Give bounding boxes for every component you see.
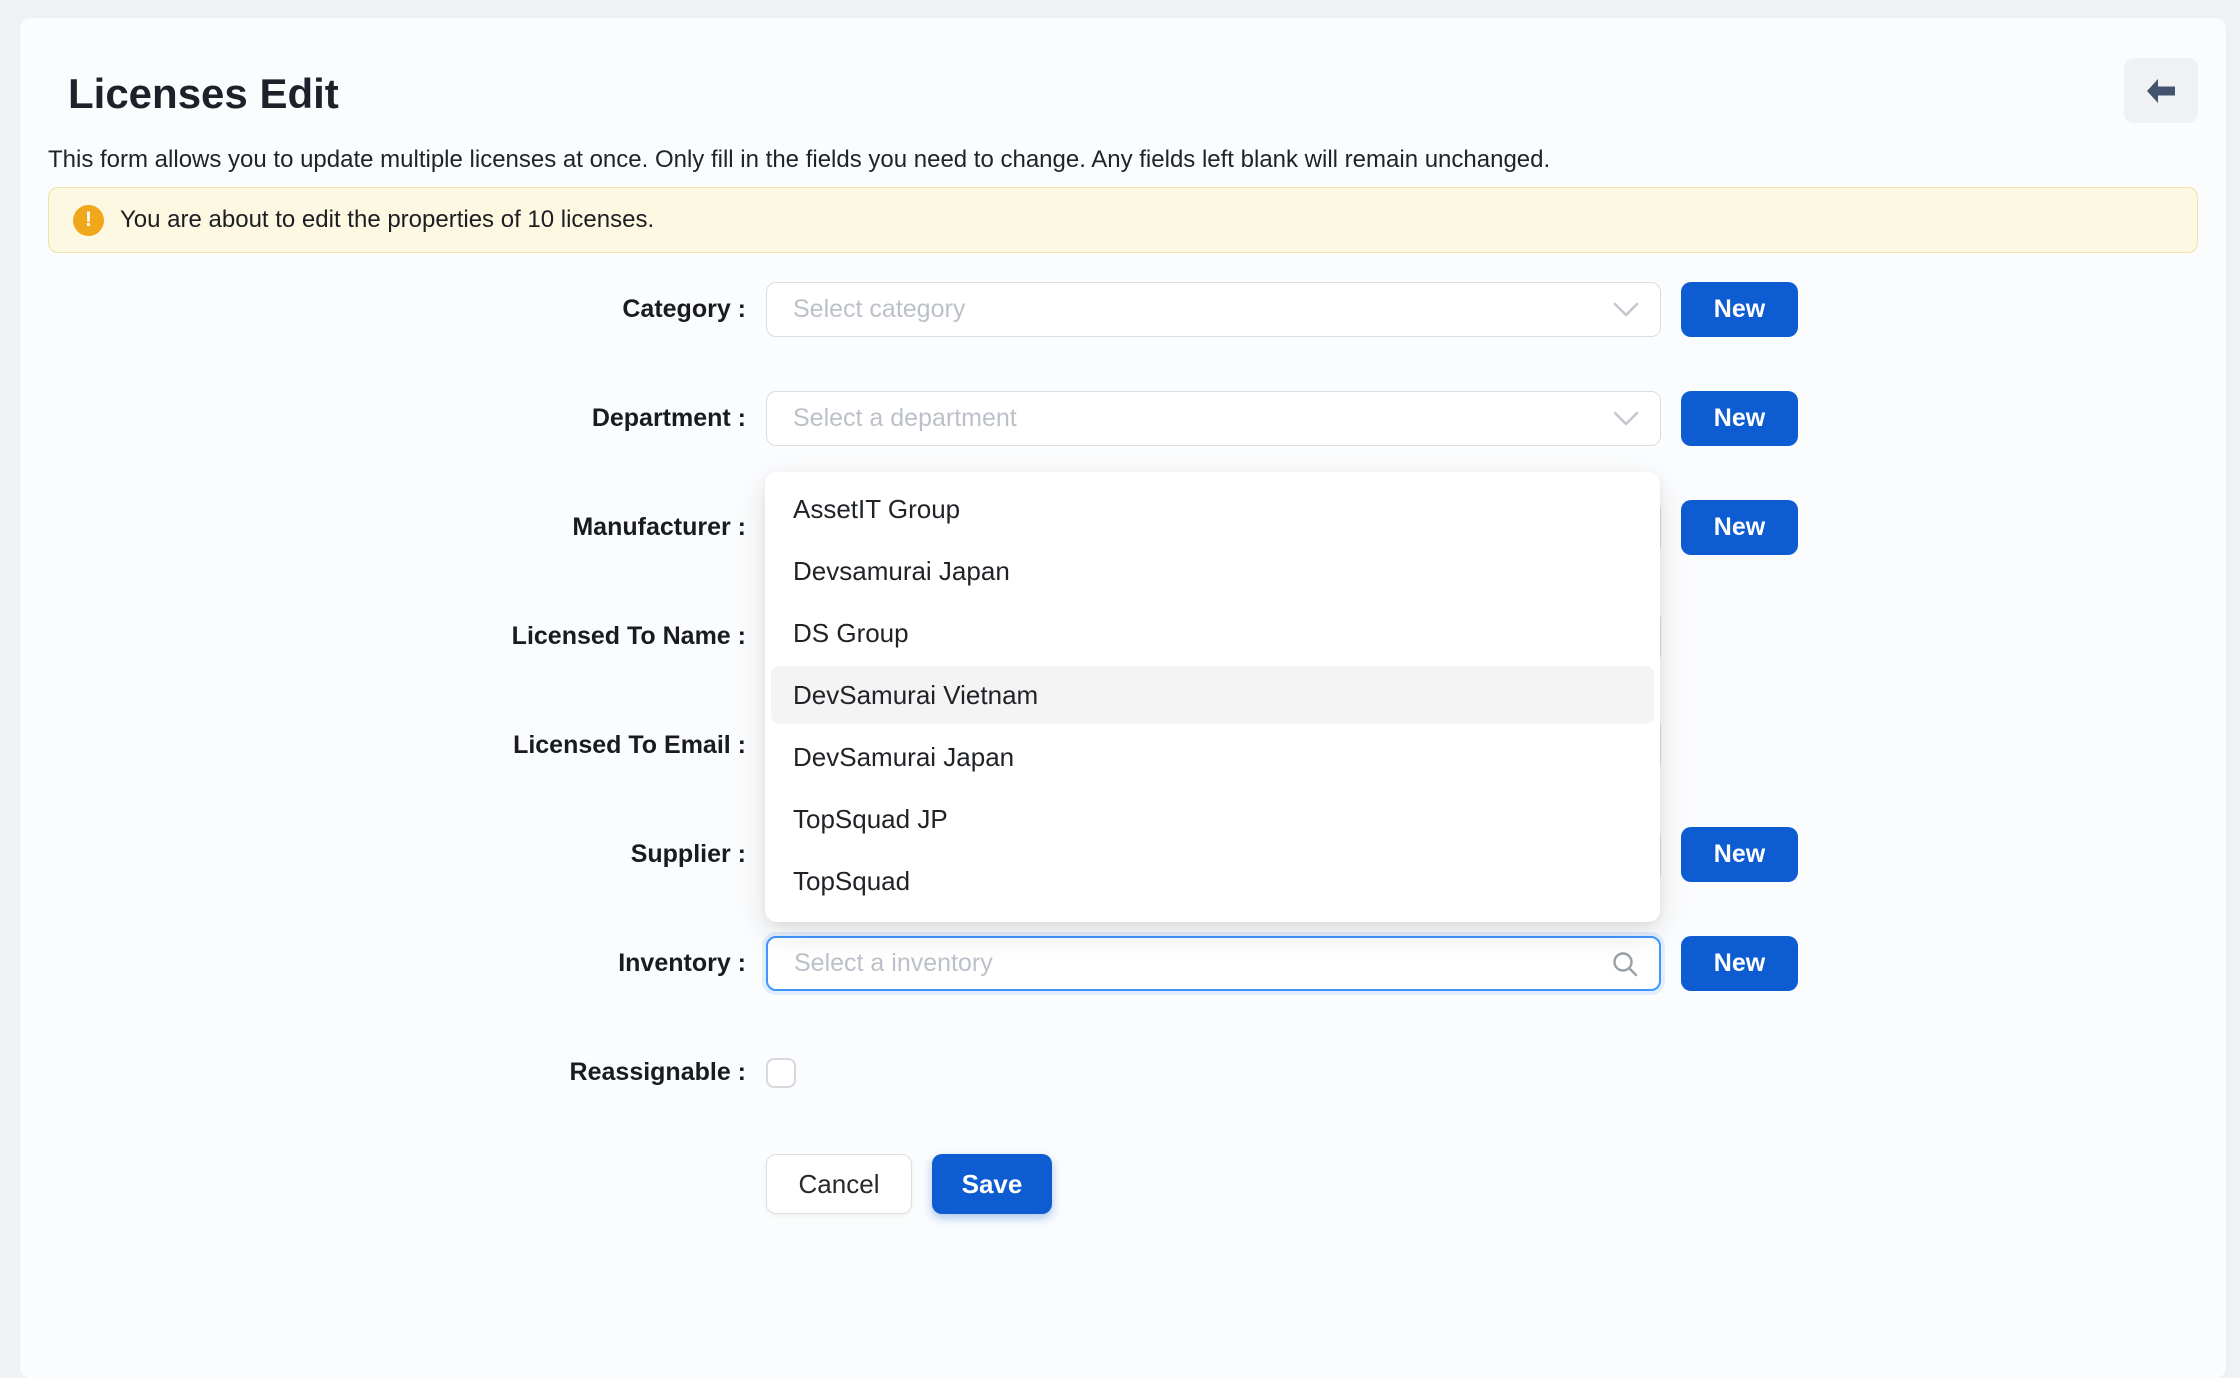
arrow-left-icon (2144, 77, 2178, 105)
licensed-to-email-label: Licensed To Email : (48, 731, 746, 760)
dropdown-option[interactable]: DevSamurai Japan (771, 728, 1654, 786)
category-new-button[interactable]: New (1681, 282, 1798, 337)
category-row: Category : Select category New (48, 282, 2198, 337)
select-dropdown-panel: AssetIT Group Devsamurai Japan DS Group … (765, 472, 1660, 922)
reassignable-row: Reassignable : (48, 1045, 2198, 1100)
inventory-new-button[interactable]: New (1681, 936, 1798, 991)
manufacturer-new-button[interactable]: New (1681, 500, 1798, 555)
dropdown-option[interactable]: AssetIT Group (771, 480, 1654, 538)
warning-alert: ! You are about to edit the properties o… (48, 187, 2198, 253)
back-button[interactable] (2124, 58, 2198, 123)
dropdown-option[interactable]: DS Group (771, 604, 1654, 662)
search-icon (1611, 950, 1639, 978)
category-placeholder: Select category (793, 295, 965, 324)
supplier-label: Supplier : (48, 840, 746, 869)
save-button[interactable]: Save (932, 1154, 1052, 1214)
warning-alert-text: You are about to edit the properties of … (120, 206, 654, 234)
department-label: Department : (48, 404, 746, 433)
dropdown-option[interactable]: TopSquad (771, 852, 1654, 910)
cancel-button[interactable]: Cancel (766, 1154, 912, 1214)
chevron-down-icon (1613, 411, 1639, 427)
inventory-row: Inventory : Select a inventory New (48, 936, 2198, 991)
inventory-placeholder: Select a inventory (794, 949, 993, 978)
form-description: This form allows you to update multiple … (48, 144, 2198, 175)
category-select[interactable]: Select category (766, 282, 1661, 337)
licensed-to-name-label: Licensed To Name : (48, 622, 746, 651)
inventory-label: Inventory : (48, 949, 746, 978)
dropdown-option-active[interactable]: DevSamurai Vietnam (771, 666, 1654, 724)
department-select[interactable]: Select a department (766, 391, 1661, 446)
category-label: Category : (48, 295, 746, 324)
reassignable-checkbox[interactable] (766, 1058, 796, 1088)
department-placeholder: Select a department (793, 404, 1017, 433)
exclamation-circle-icon: ! (73, 205, 104, 236)
manufacturer-label: Manufacturer : (48, 513, 746, 542)
page-title: Licenses Edit (68, 70, 2198, 118)
supplier-new-button[interactable]: New (1681, 827, 1798, 882)
dropdown-option[interactable]: Devsamurai Japan (771, 542, 1654, 600)
department-row: Department : Select a department New (48, 391, 2198, 446)
department-new-button[interactable]: New (1681, 391, 1798, 446)
reassignable-label: Reassignable : (48, 1058, 746, 1087)
page: Licenses Edit This form allows you to up… (0, 0, 2240, 1260)
form-actions: Cancel Save (766, 1154, 2198, 1214)
dropdown-option[interactable]: TopSquad JP (771, 790, 1654, 848)
inventory-select[interactable]: Select a inventory (766, 936, 1661, 991)
chevron-down-icon (1613, 302, 1639, 318)
